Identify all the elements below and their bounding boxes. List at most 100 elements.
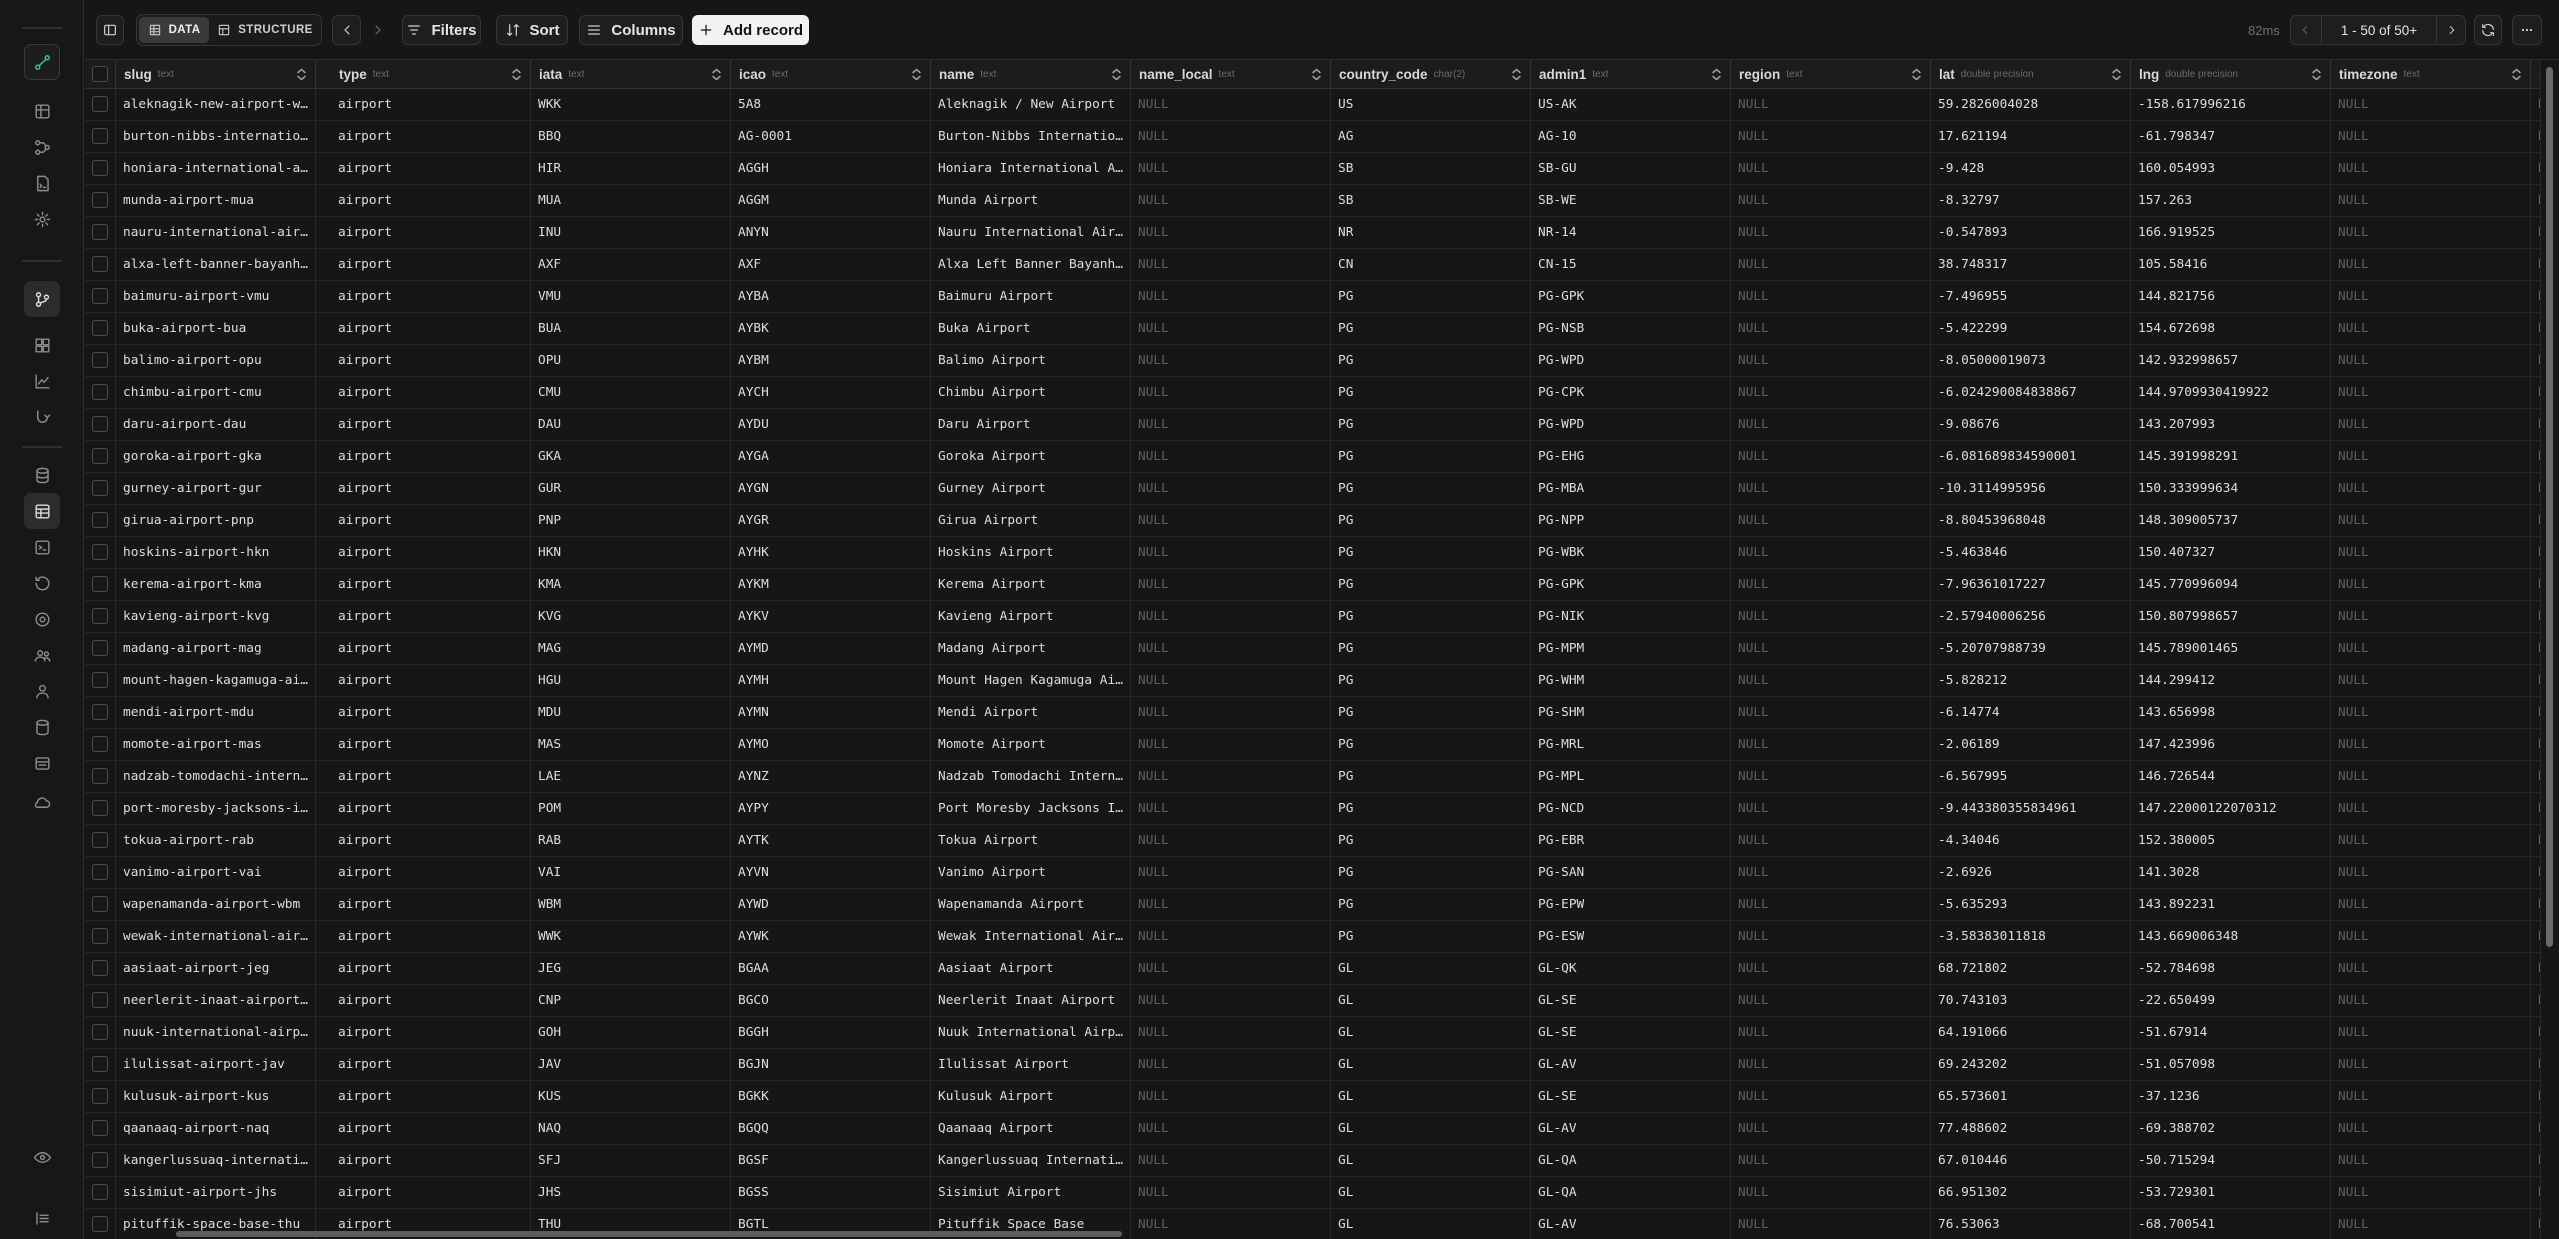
cell-admin1[interactable]: GL-QK	[1531, 953, 1731, 984]
cell-timezone[interactable]: NULL	[2331, 857, 2531, 888]
cell-slug[interactable]: burton-nibbs-international-airport-bbq	[116, 121, 316, 152]
cell-type[interactable]: airport	[331, 889, 531, 920]
cell-region[interactable]: NULL	[1731, 825, 1931, 856]
cell-lat[interactable]: 70.743103	[1931, 985, 2131, 1016]
cell-name-local[interactable]: NULL	[1131, 761, 1331, 792]
row-checkbox[interactable]	[92, 192, 108, 208]
cell-admin1[interactable]: GL-QA	[1531, 1145, 1731, 1176]
cell-timezone[interactable]: NULL	[2331, 985, 2531, 1016]
cell-icao[interactable]: AYMH	[731, 665, 931, 696]
cell-name[interactable]: Qaanaaq Airport	[931, 1113, 1131, 1144]
row-checkbox[interactable]	[92, 1120, 108, 1136]
cell-po[interactable]: NU	[2531, 1177, 2540, 1208]
cell-iata[interactable]: MAG	[531, 633, 731, 664]
cell-slug[interactable]: port-moresby-jacksons-international-airp…	[116, 793, 316, 824]
cell-name[interactable]: Balimo Airport	[931, 345, 1131, 376]
cell-name-local[interactable]: NULL	[1131, 185, 1331, 216]
cell-region[interactable]: NULL	[1731, 1209, 1931, 1239]
table-row[interactable]: kerema-airport-kma airport KMA AYKM Kerema A…	[85, 569, 2540, 601]
cell-region[interactable]: NULL	[1731, 121, 1931, 152]
column-header-country-code[interactable]: country_code char(2)	[1331, 60, 1531, 89]
more-options-button[interactable]	[2512, 15, 2542, 45]
cell-type[interactable]: airport	[331, 441, 531, 472]
cell-lng[interactable]: -52.784698	[2131, 953, 2331, 984]
sort-toggle-icon[interactable]	[1311, 68, 1322, 81]
table-row[interactable]: vanimo-airport-vai airport VAI AYVN Vanimo A…	[85, 857, 2540, 889]
cell-admin1[interactable]: PG-NIK	[1531, 601, 1731, 632]
cell-country-code[interactable]: GL	[1331, 1081, 1531, 1112]
row-checkbox[interactable]	[92, 1056, 108, 1072]
cell-lng[interactable]: 148.309005737	[2131, 505, 2331, 536]
table-row[interactable]: nauru-international-airport-inu airport IN…	[85, 217, 2540, 249]
cell-name[interactable]: Aleknagik / New Airport	[931, 89, 1131, 120]
cell-po[interactable]: NU	[2531, 761, 2540, 792]
hook-icon[interactable]	[24, 399, 60, 435]
cell-admin1[interactable]: PG-NCD	[1531, 793, 1731, 824]
cell-country-code[interactable]: PG	[1331, 665, 1531, 696]
cell-admin1[interactable]: US-AK	[1531, 89, 1731, 120]
cell-po[interactable]: NU	[2531, 217, 2540, 248]
cell-iata[interactable]: KUS	[531, 1081, 731, 1112]
cell-admin1[interactable]: PG-NSB	[1531, 313, 1731, 344]
cell-po[interactable]: NU	[2531, 281, 2540, 312]
cell-country-code[interactable]: GL	[1331, 1209, 1531, 1239]
cell-iata[interactable]: GKA	[531, 441, 731, 472]
cell-lat[interactable]: -9.08676	[1931, 409, 2131, 440]
column-header-icao[interactable]: icao text	[731, 60, 931, 89]
cell-type[interactable]: airport	[331, 537, 531, 568]
cell-po[interactable]: NU	[2531, 729, 2540, 760]
cell-timezone[interactable]: NULL	[2331, 1049, 2531, 1080]
cell-timezone[interactable]: NULL	[2331, 1017, 2531, 1048]
cell-type[interactable]: airport	[331, 345, 531, 376]
cell-name-local[interactable]: NULL	[1131, 537, 1331, 568]
cell-icao[interactable]: 5A8	[731, 89, 931, 120]
cell-country-code[interactable]: GL	[1331, 1113, 1531, 1144]
table-row[interactable]: sisimiut-airport-jhs airport JHS BGSS Sisimi…	[85, 1177, 2540, 1209]
cell-region[interactable]: NULL	[1731, 441, 1931, 472]
cell-lat[interactable]: -6.081689834590001	[1931, 441, 2131, 472]
cell-type[interactable]: airport	[331, 409, 531, 440]
cell-lat[interactable]: -0.547893	[1931, 217, 2131, 248]
cell-icao[interactable]: AYWD	[731, 889, 931, 920]
history-forward-button[interactable]	[363, 15, 392, 45]
cell-name-local[interactable]: NULL	[1131, 153, 1331, 184]
cell-timezone[interactable]: NULL	[2331, 505, 2531, 536]
cell-timezone[interactable]: NULL	[2331, 633, 2531, 664]
cell-slug[interactable]: daru-airport-dau	[116, 409, 316, 440]
cell-timezone[interactable]: NULL	[2331, 601, 2531, 632]
cell-po[interactable]: NU	[2531, 601, 2540, 632]
cell-name-local[interactable]: NULL	[1131, 409, 1331, 440]
cell-slug[interactable]: mendi-airport-mdu	[116, 697, 316, 728]
cell-region[interactable]: NULL	[1731, 985, 1931, 1016]
cell-po[interactable]: NU	[2531, 1145, 2540, 1176]
cell-region[interactable]: NULL	[1731, 729, 1931, 760]
cloud-icon[interactable]	[24, 784, 60, 820]
cell-lat[interactable]: -3.58383011818	[1931, 921, 2131, 952]
cell-country-code[interactable]: PG	[1331, 633, 1531, 664]
cell-slug[interactable]: kavieng-airport-kvg	[116, 601, 316, 632]
cell-slug[interactable]: baimuru-airport-vmu	[116, 281, 316, 312]
cell-lat[interactable]: -2.06189	[1931, 729, 2131, 760]
cell-lat[interactable]: 64.191066	[1931, 1017, 2131, 1048]
cell-type[interactable]: airport	[331, 89, 531, 120]
cell-name[interactable]: Girua Airport	[931, 505, 1131, 536]
sql-editor-icon[interactable]	[24, 529, 60, 565]
cell-country-code[interactable]: PG	[1331, 601, 1531, 632]
cell-type[interactable]: airport	[331, 985, 531, 1016]
cell-iata[interactable]: BBQ	[531, 121, 731, 152]
cell-admin1[interactable]: GL-QA	[1531, 1177, 1731, 1208]
cell-iata[interactable]: BUA	[531, 313, 731, 344]
cell-po[interactable]: NU	[2531, 441, 2540, 472]
cell-lng[interactable]: -69.388702	[2131, 1113, 2331, 1144]
cell-type[interactable]: airport	[331, 1049, 531, 1080]
cell-slug[interactable]: qaanaaq-airport-naq	[116, 1113, 316, 1144]
cell-type[interactable]: airport	[331, 249, 531, 280]
cell-country-code[interactable]: GL	[1331, 1049, 1531, 1080]
cell-iata[interactable]: VAI	[531, 857, 731, 888]
cell-lat[interactable]: -9.443380355834961	[1931, 793, 2131, 824]
cell-name[interactable]: Nauru International Airport	[931, 217, 1131, 248]
cell-name-local[interactable]: NULL	[1131, 697, 1331, 728]
add-record-button[interactable]: Add record	[692, 15, 809, 45]
cell-name-local[interactable]: NULL	[1131, 1017, 1331, 1048]
table-row[interactable]: girua-airport-pnp airport PNP AYGR Girua Air…	[85, 505, 2540, 537]
